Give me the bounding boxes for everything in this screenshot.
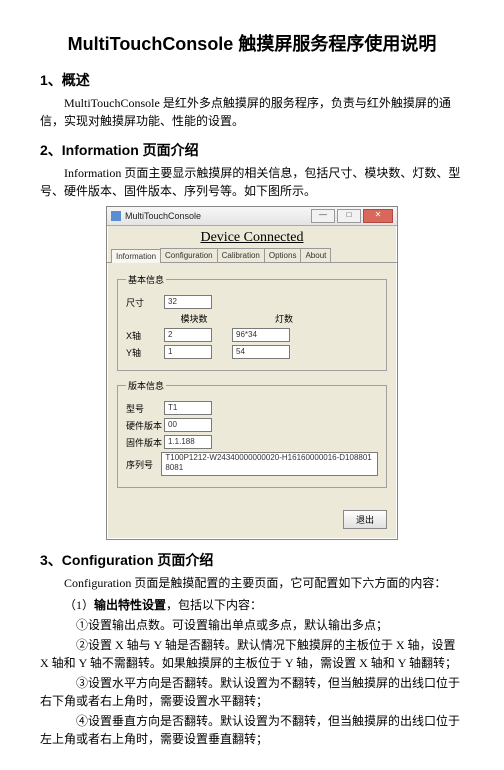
exit-button[interactable]: 退出 [343,510,387,529]
group-version-legend: 版本信息 [126,379,166,392]
label-yaxis: Y轴 [126,346,164,359]
minimize-button[interactable]: — [311,209,335,223]
section-3-lead: Configuration 页面是触摸配置的主要页面，它可配置如下六方面的内容： [40,574,464,592]
section-1-body: MultiTouchConsole 是红外多点触摸屏的服务程序，负责与红外触摸屏… [40,94,464,130]
value-y-modules: 1 [164,345,212,359]
col-header-modules: 模块数 [164,312,224,325]
section-1-heading: 1、概述 [40,70,464,90]
tab-options[interactable]: Options [264,248,302,262]
col-header-lights: 灯数 [254,312,314,325]
section-3-item1-1: ①设置输出点数。可设置输出单点或多点，默认输出多点； [40,616,464,634]
tab-calibration[interactable]: Calibration [217,248,265,262]
value-model: T1 [164,401,212,415]
window-title: MultiTouchConsole [125,211,311,221]
tab-information[interactable]: Information [111,249,161,263]
value-serial: T100P1212-W24340000000020-H16160000016-D… [161,452,378,476]
value-x-lights: 96*34 [232,328,290,342]
connection-banner: Device Connected [107,226,397,248]
label-size: 尺寸 [126,296,164,309]
section-2-heading: 2、Information 页面介绍 [40,140,464,160]
value-fw-version: 1.1.188 [164,435,212,449]
doc-title: MultiTouchConsole 触摸屏服务程序使用说明 [40,30,464,56]
section-3-item1-3: ③设置水平方向是否翻转。默认设置为不翻转，但当触摸屏的出线口位于右下角或者右上角… [40,674,464,710]
tab-bar: Information Configuration Calibration Op… [107,248,397,263]
group-basic-legend: 基本信息 [126,273,166,286]
maximize-button[interactable]: □ [337,209,361,223]
label-serial: 序列号 [126,458,161,471]
tab-configuration[interactable]: Configuration [160,248,218,262]
value-size: 32 [164,295,212,309]
label-xaxis: X轴 [126,329,164,342]
tab-about[interactable]: About [300,248,331,262]
group-basic-info: 基本信息 尺寸 32 模块数 灯数 X轴 2 96*34 [117,273,387,371]
app-window: MultiTouchConsole — □ ✕ Device Connected… [106,206,398,540]
label-model: 型号 [126,402,164,415]
close-button[interactable]: ✕ [363,209,393,223]
group-version-info: 版本信息 型号 T1 硬件版本 00 固件版本 1.1.188 序列号 [117,379,387,488]
value-y-lights: 54 [232,345,290,359]
section-3-item1-2: ②设置 X 轴与 Y 轴是否翻转。默认情况下触摸屏的主板位于 X 轴，设置 X … [40,636,464,672]
value-hw-version: 00 [164,418,212,432]
label-hw-version: 硬件版本 [126,419,164,432]
section-3-item1-4: ④设置垂直方向是否翻转。默认设置为不翻转，但当触摸屏的出线口位于左上角或者右上角… [40,712,464,748]
section-2-body: Information 页面主要显示触摸屏的相关信息，包括尺寸、模块数、灯数、型… [40,164,464,200]
app-icon [111,211,121,221]
label-fw-version: 固件版本 [126,436,164,449]
value-x-modules: 2 [164,328,212,342]
titlebar: MultiTouchConsole — □ ✕ [107,207,397,226]
section-3-heading: 3、Configuration 页面介绍 [40,550,464,570]
section-3-item1: （1）输出特性设置，包括以下内容： [40,596,464,614]
